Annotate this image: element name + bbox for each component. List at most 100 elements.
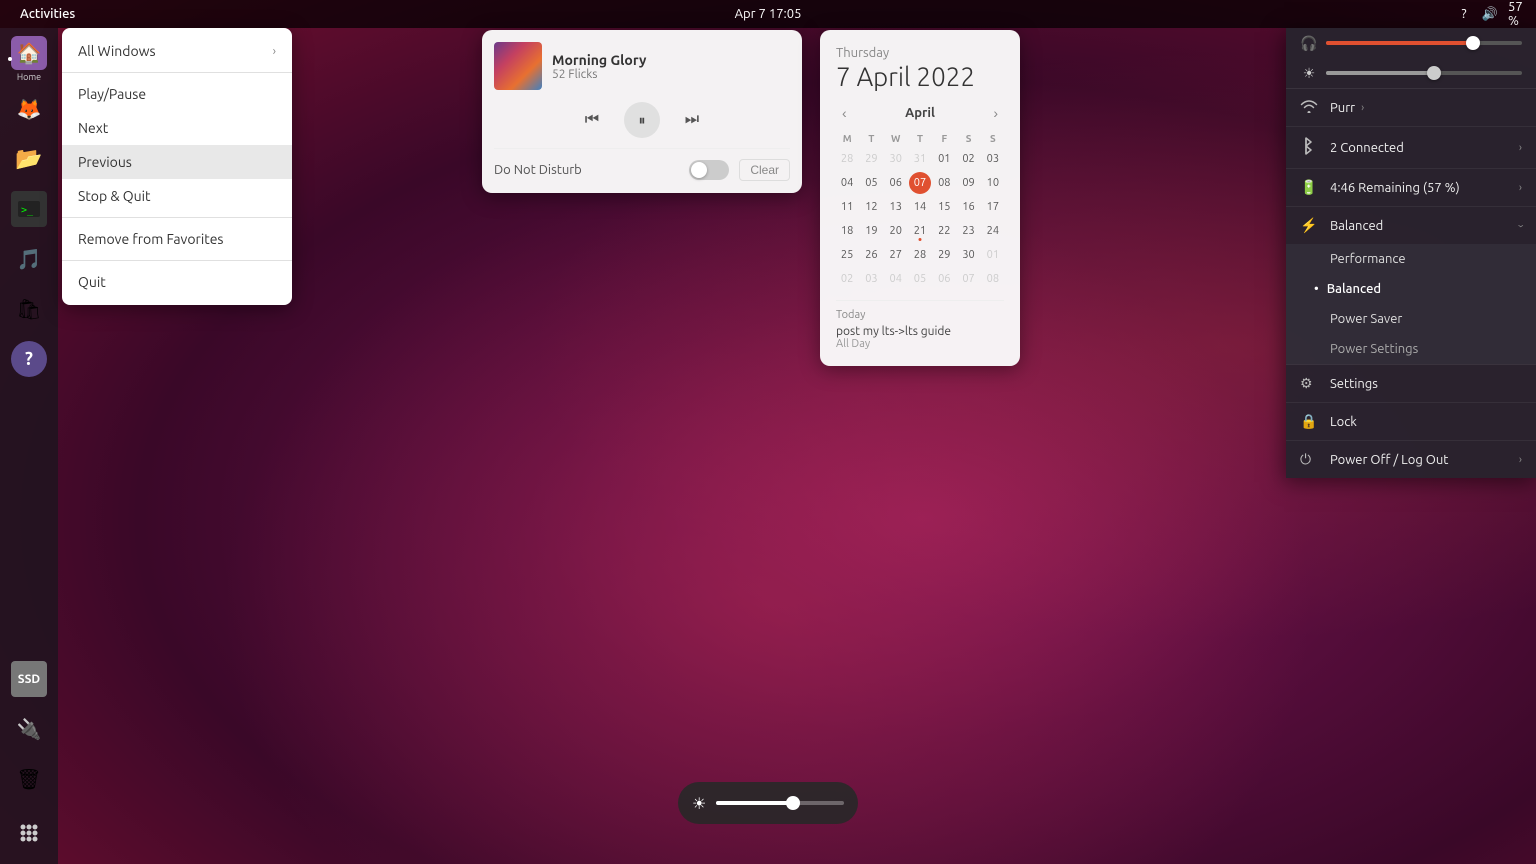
cal-day[interactable]: 28 [909, 244, 931, 266]
cal-day[interactable]: 20 [885, 220, 907, 242]
cal-day[interactable]: 17 [982, 196, 1004, 218]
cal-day[interactable]: 01 [982, 244, 1004, 266]
context-menu-play-pause[interactable]: Play/Pause [62, 77, 292, 111]
cal-day[interactable]: 07 [958, 268, 980, 290]
event-title[interactable]: post my lts->lts guide [836, 325, 1004, 338]
cal-day[interactable]: 23 [958, 220, 980, 242]
cal-day[interactable]: 06 [885, 172, 907, 194]
dock-item-home[interactable]: 🏠 Home [6, 36, 52, 82]
cal-day[interactable]: 11 [836, 196, 858, 218]
cal-day[interactable]: 19 [860, 220, 882, 242]
cal-day[interactable]: 03 [982, 148, 1004, 170]
prev-track-button[interactable]: ⏮ [576, 104, 608, 136]
cal-day[interactable]: 29 [860, 148, 882, 170]
performance-option[interactable]: Performance [1286, 244, 1536, 274]
context-menu-previous[interactable]: Previous [62, 145, 292, 179]
context-menu-quit[interactable]: Quit [62, 265, 292, 299]
dock: 🏠 Home 🦊 📂 >_ 🎵 🛍 ? SSD 🔌 🗑 [0, 28, 58, 864]
dow-mon: M [836, 131, 858, 146]
lock-row[interactable]: 🔒 Lock [1286, 403, 1536, 441]
cal-day[interactable]: 22 [933, 220, 955, 242]
dock-item-ssd[interactable]: SSD [6, 656, 52, 702]
cal-day[interactable]: 02 [836, 268, 858, 290]
dock-item-help[interactable]: ? [6, 336, 52, 382]
battery-chevron-icon: › [1519, 182, 1522, 194]
cal-day[interactable]: 30 [958, 244, 980, 266]
power-off-row[interactable]: ⏻ Power Off / Log Out › [1286, 441, 1536, 478]
cal-day[interactable]: 03 [860, 268, 882, 290]
dock-item-usb[interactable]: 🔌 [6, 706, 52, 752]
brightness-row: ☀ [1286, 58, 1536, 88]
cal-day[interactable]: 12 [860, 196, 882, 218]
power-settings-link[interactable]: Power Settings [1286, 334, 1536, 364]
cal-day[interactable]: 31 [909, 148, 931, 170]
help-icon[interactable]: ? [1456, 6, 1472, 22]
context-menu-remove-favorites[interactable]: Remove from Favorites [62, 222, 292, 256]
dock-item-grid[interactable] [6, 810, 52, 856]
power-mode-row[interactable]: ⚡ Balanced › [1286, 207, 1536, 244]
prev-month-button[interactable]: ‹ [836, 103, 853, 123]
cal-day[interactable]: 09 [958, 172, 980, 194]
cal-day[interactable]: 08 [982, 268, 1004, 290]
calendar-date: 7 April 2022 [836, 62, 1004, 91]
cal-day[interactable]: 28 [836, 148, 858, 170]
volume-slider[interactable] [1326, 41, 1522, 45]
speaker-icon[interactable]: 🔊 [1482, 6, 1498, 22]
dock-item-files[interactable]: 📂 [6, 136, 52, 182]
context-menu-next[interactable]: Next [62, 111, 292, 145]
clear-button[interactable]: Clear [739, 159, 790, 181]
power-off-chevron-icon: › [1519, 454, 1522, 466]
cal-day[interactable]: 05 [909, 268, 931, 290]
cal-day[interactable]: 13 [885, 196, 907, 218]
music-artist: 52 Flicks [552, 68, 790, 81]
cal-day[interactable]: 18 [836, 220, 858, 242]
cal-day[interactable]: 29 [933, 244, 955, 266]
dock-item-appstore[interactable]: 🛍 [6, 286, 52, 332]
dock-item-terminal[interactable]: >_ [6, 186, 52, 232]
context-menu-stop-quit[interactable]: Stop & Quit [62, 179, 292, 213]
cal-day[interactable]: 02 [958, 148, 980, 170]
music-title: Morning Glory [552, 52, 790, 68]
battery-icon[interactable]: 57 % [1508, 6, 1524, 22]
dow-sun: S [982, 131, 1004, 146]
play-pause-button[interactable]: ⏸ [624, 102, 660, 138]
wifi-row[interactable]: Purr › [1286, 89, 1536, 127]
cal-day[interactable]: 08 [933, 172, 955, 194]
next-track-button[interactable]: ⏭ [676, 104, 708, 136]
cal-day[interactable]: 10 [982, 172, 1004, 194]
topbar-datetime[interactable]: Apr 7 17:05 [735, 7, 802, 21]
context-menu-all-windows[interactable]: All Windows › [62, 34, 292, 68]
dock-item-trash[interactable]: 🗑 [6, 756, 52, 802]
brightness-overlay-icon: ☀ [692, 794, 706, 813]
music-track-info: Morning Glory 52 Flicks [494, 42, 790, 90]
next-month-button[interactable]: › [987, 103, 1004, 123]
cal-day[interactable]: 24 [982, 220, 1004, 242]
power-mode-chevron-icon: › [1514, 224, 1526, 227]
cal-day[interactable]: 05 [860, 172, 882, 194]
brightness-slider[interactable] [1326, 71, 1522, 75]
dnd-toggle[interactable] [689, 160, 729, 180]
cal-day[interactable]: 06 [933, 268, 955, 290]
bluetooth-row[interactable]: 2 Connected › [1286, 127, 1536, 169]
cal-day[interactable]: 27 [885, 244, 907, 266]
dock-item-rhythmbox[interactable]: 🎵 [6, 236, 52, 282]
battery-row[interactable]: 🔋 4:46 Remaining (57 %) › [1286, 169, 1536, 207]
balanced-option[interactable]: Balanced [1286, 274, 1536, 304]
cal-day[interactable]: 04 [885, 268, 907, 290]
cal-day[interactable]: 15 [933, 196, 955, 218]
power-saver-option[interactable]: Power Saver [1286, 304, 1536, 334]
cal-day-event[interactable]: 21 [909, 220, 931, 242]
activities-button[interactable]: Activities [12, 7, 83, 21]
cal-day[interactable]: 04 [836, 172, 858, 194]
cal-day[interactable]: 14 [909, 196, 931, 218]
cal-day[interactable]: 01 [933, 148, 955, 170]
cal-day[interactable]: 16 [958, 196, 980, 218]
cal-day[interactable]: 25 [836, 244, 858, 266]
cal-day-today[interactable]: 07 [909, 172, 931, 194]
settings-row[interactable]: ⚙ Settings [1286, 365, 1536, 403]
cal-day[interactable]: 26 [860, 244, 882, 266]
calendar-events: Today post my lts->lts guide All Day [836, 300, 1004, 350]
brightness-overlay-slider[interactable] [716, 801, 844, 805]
cal-day[interactable]: 30 [885, 148, 907, 170]
dock-item-firefox[interactable]: 🦊 [6, 86, 52, 132]
